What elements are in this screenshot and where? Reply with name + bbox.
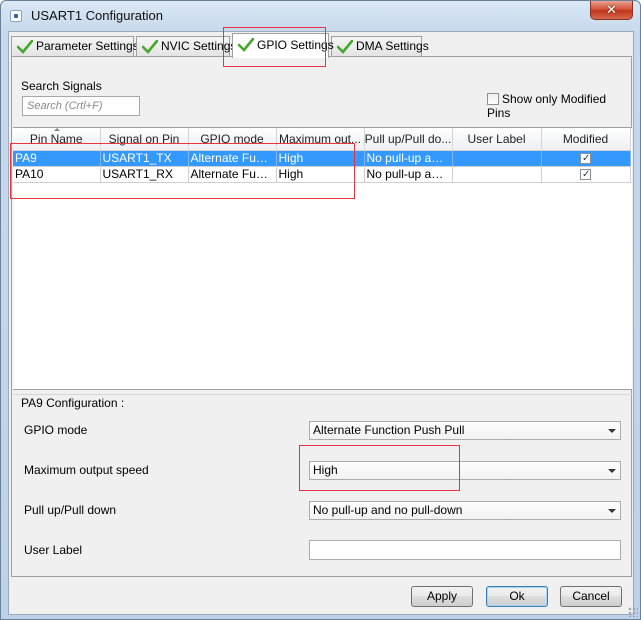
gpio-mode-value: Alternate Function Push Pull [313, 423, 465, 437]
user-label-input[interactable] [309, 540, 621, 560]
chevron-down-icon [608, 429, 616, 433]
check-icon [17, 40, 33, 54]
column-header-signal[interactable]: Signal on Pin [100, 128, 189, 151]
cell-signal[interactable]: USART1_TX [100, 150, 189, 167]
gpio-settings-panel: Search Signals Show only Modified Pins P… [11, 56, 632, 577]
close-button[interactable]: ✕ [590, 1, 633, 20]
resize-grip[interactable] [628, 607, 638, 617]
column-header-user-label[interactable]: User Label [452, 128, 542, 151]
chevron-down-icon [608, 509, 616, 513]
pin-table: Pin Name Signal on Pin GPIO mode Maximum… [13, 127, 632, 390]
speed-label: Maximum output speed [24, 463, 149, 477]
check-icon [238, 38, 254, 52]
tab-label: NVIC Settings [161, 39, 237, 53]
group-title: PA9 Configuration : [21, 396, 125, 410]
search-input[interactable] [22, 96, 140, 116]
user-label-label: User Label [24, 543, 83, 557]
cell-mode[interactable]: Alternate Func... [188, 150, 277, 167]
tab-gpio-settings[interactable]: GPIO Settings [232, 33, 334, 58]
cell-mode[interactable]: Alternate Func... [188, 166, 277, 183]
show-modified-label: Show only Modified Pins [487, 92, 607, 120]
checkbox-box[interactable] [487, 93, 499, 105]
tab-label: GPIO Settings [257, 38, 334, 52]
title-bar[interactable]: USART1 Configuration ✕ [1, 1, 640, 31]
tab-dma-settings[interactable]: DMA Settings [331, 36, 429, 57]
apply-button[interactable]: Apply [411, 586, 473, 607]
cell-speed[interactable]: High [276, 166, 365, 183]
show-modified-checkbox[interactable]: Show only Modified Pins [487, 92, 631, 120]
cell-label[interactable] [452, 166, 542, 183]
tab-parameter-settings[interactable]: Parameter Settings [11, 36, 139, 57]
pin-configuration-group: PA9 Configuration : GPIO mode Alternate … [13, 394, 632, 577]
pull-select[interactable]: No pull-up and no pull-down [309, 501, 621, 520]
check-icon [142, 40, 158, 54]
gpio-mode-label: GPIO mode [24, 423, 88, 437]
cell-signal[interactable]: USART1_RX [100, 166, 189, 183]
modified-checkbox[interactable] [580, 151, 591, 165]
ok-button[interactable]: Ok [486, 586, 548, 607]
column-header-pull[interactable]: Pull up/Pull do... [364, 128, 453, 151]
column-header-gpio-mode[interactable]: GPIO mode [188, 128, 277, 151]
cell-pin[interactable]: PA9 [13, 150, 101, 167]
app-icon [10, 10, 22, 22]
cell-speed[interactable]: High [276, 150, 365, 167]
check-icon [337, 40, 353, 54]
column-header-max-speed[interactable]: Maximum out... [276, 128, 365, 151]
speed-select[interactable]: High [309, 461, 621, 480]
tab-label: DMA Settings [356, 39, 429, 53]
speed-value: High [313, 463, 338, 477]
cell-pull[interactable]: No pull-up and ... [364, 166, 453, 183]
pull-label: Pull up/Pull down [24, 503, 117, 517]
cell-pull[interactable]: No pull-up and ... [364, 150, 453, 167]
column-header-modified[interactable]: Modified [541, 128, 631, 151]
modified-checkbox[interactable] [580, 167, 591, 181]
cancel-button[interactable]: Cancel [560, 586, 622, 607]
cell-pin[interactable]: PA10 [13, 166, 101, 183]
gpio-mode-select[interactable]: Alternate Function Push Pull [309, 421, 621, 440]
window-title: USART1 Configuration [31, 8, 163, 23]
column-header-pin-name[interactable]: Pin Name [13, 128, 101, 151]
dialog-client-area: Parameter Settings NVIC Settings GPIO Se… [8, 31, 634, 615]
pull-value: No pull-up and no pull-down [313, 503, 463, 517]
dialog-window: USART1 Configuration ✕ Parameter Setting… [0, 0, 641, 620]
tab-label: Parameter Settings [36, 39, 139, 53]
cell-modified[interactable] [541, 166, 631, 183]
cell-modified[interactable] [541, 150, 631, 167]
search-label: Search Signals [21, 79, 102, 93]
table-row[interactable]: PA10 USART1_RX Alternate Func... High No… [13, 166, 631, 183]
tab-nvic-settings[interactable]: NVIC Settings [136, 36, 236, 57]
chevron-down-icon [608, 469, 616, 473]
cell-label[interactable] [452, 150, 542, 167]
table-row[interactable]: PA9 USART1_TX Alternate Func... High No … [13, 150, 631, 167]
